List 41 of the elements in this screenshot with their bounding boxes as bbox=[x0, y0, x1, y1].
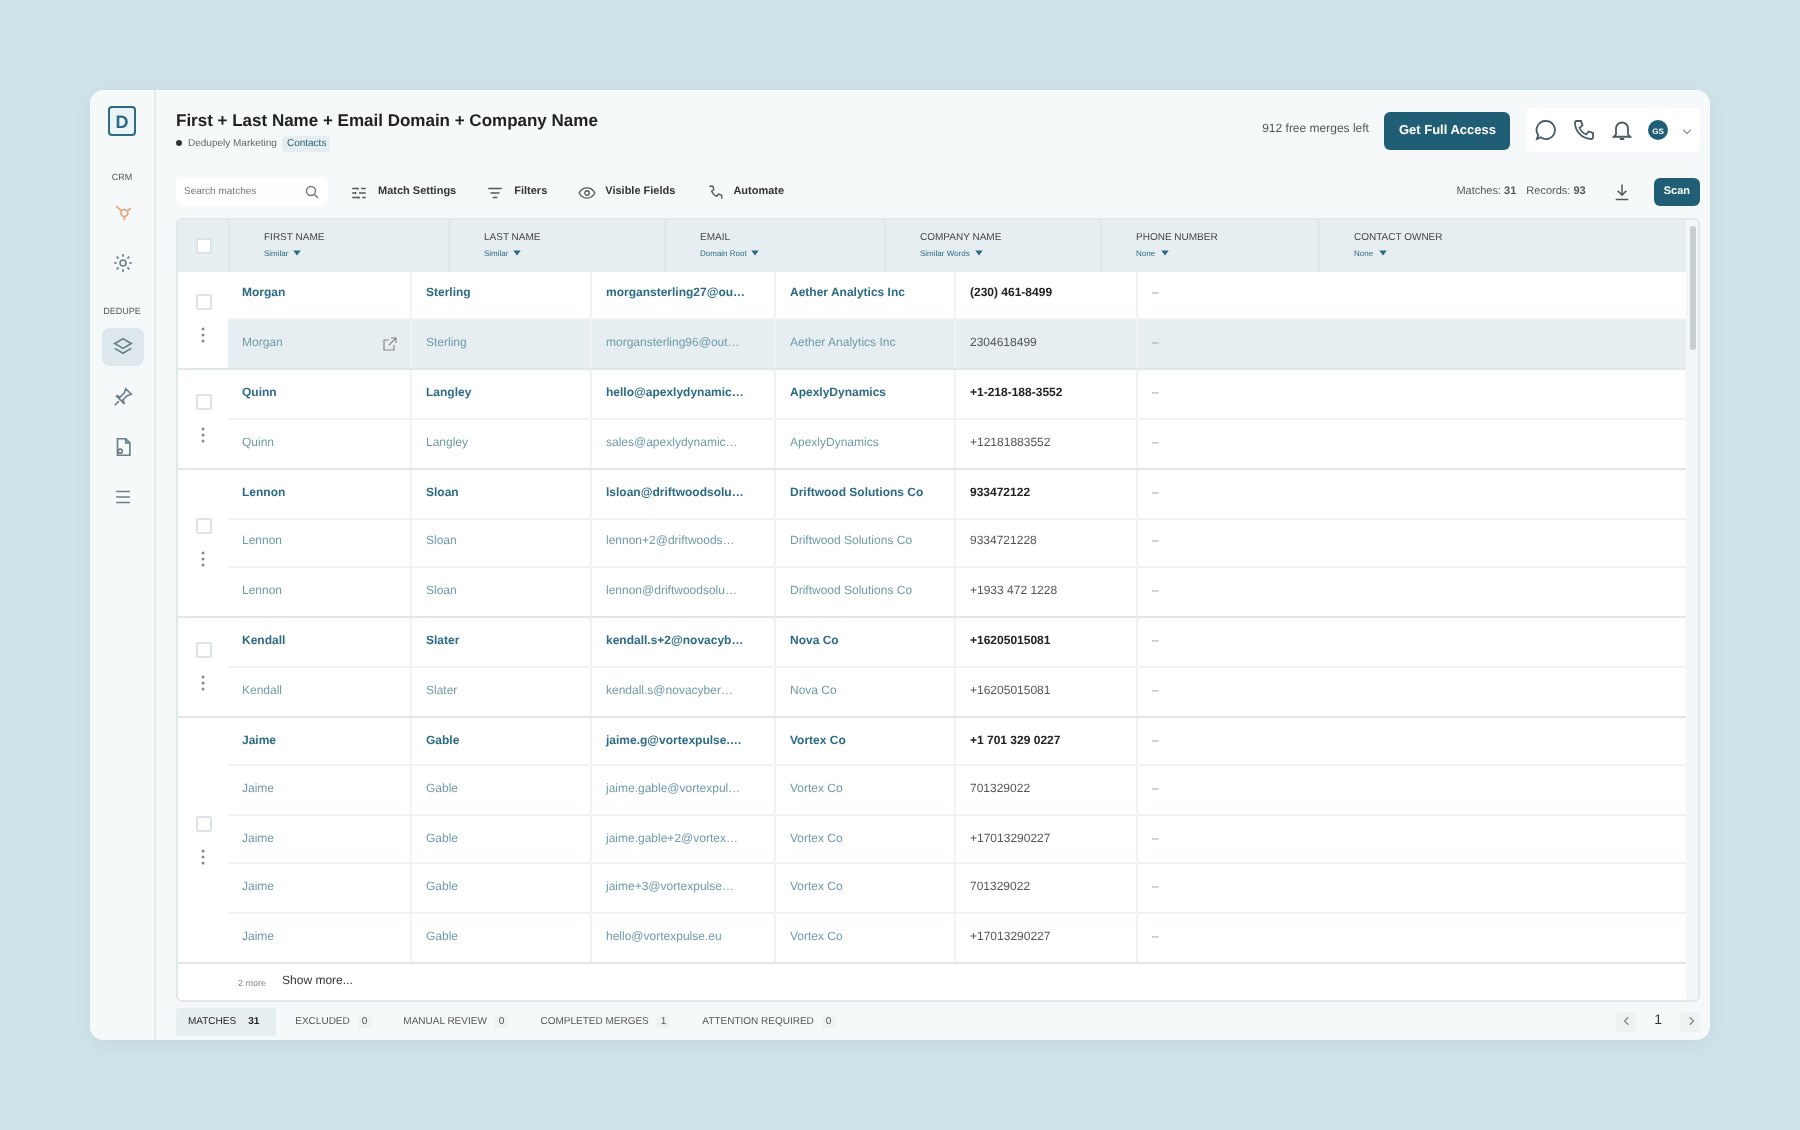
sidebar-layers-button[interactable] bbox=[101, 328, 143, 366]
scrollbar[interactable] bbox=[1686, 220, 1698, 1000]
chat-icon[interactable] bbox=[1534, 118, 1558, 142]
notification-bell-icon[interactable] bbox=[1610, 118, 1634, 142]
more-options-icon[interactable] bbox=[200, 550, 206, 569]
chevron-left-icon[interactable] bbox=[1621, 1016, 1632, 1026]
search-icon[interactable] bbox=[304, 184, 320, 200]
settings-icon[interactable] bbox=[111, 252, 133, 274]
network-icon[interactable] bbox=[111, 202, 133, 224]
previous-page-button[interactable] bbox=[1616, 1011, 1637, 1031]
caret-icon[interactable] bbox=[1682, 125, 1692, 135]
caret-icon[interactable] bbox=[292, 248, 303, 259]
group-checkbox[interactable] bbox=[195, 294, 211, 311]
status-dot bbox=[176, 140, 182, 146]
group-checkbox[interactable] bbox=[195, 394, 211, 411]
logo: D bbox=[108, 106, 136, 136]
caret-icon[interactable] bbox=[512, 248, 523, 259]
next-page-button[interactable] bbox=[1680, 1011, 1700, 1031]
pin-icon[interactable] bbox=[111, 386, 133, 408]
caret-icon[interactable] bbox=[750, 248, 761, 259]
download-icon[interactable] bbox=[1611, 182, 1632, 202]
eye-icon[interactable] bbox=[577, 183, 596, 201]
more-options-icon[interactable] bbox=[200, 426, 206, 445]
select-all-checkbox[interactable] bbox=[195, 237, 211, 254]
external-link-icon[interactable] bbox=[382, 336, 398, 353]
file-icon[interactable] bbox=[111, 436, 133, 458]
filter-icon[interactable] bbox=[486, 183, 505, 201]
layers-icon[interactable] bbox=[111, 336, 133, 358]
group-checkbox[interactable] bbox=[195, 518, 211, 535]
chevron-right-icon[interactable] bbox=[1685, 1016, 1695, 1026]
caret-icon[interactable] bbox=[1377, 248, 1388, 259]
caret-icon[interactable] bbox=[1159, 248, 1170, 259]
match-rule-title: First + Last Name + Email Domain + Company Name bbox=[176, 109, 600, 129]
more-options-icon[interactable] bbox=[200, 674, 206, 693]
group-checkbox[interactable] bbox=[195, 815, 211, 832]
more-options-icon[interactable] bbox=[200, 326, 206, 345]
list-icon[interactable] bbox=[111, 486, 133, 508]
sliders-icon[interactable] bbox=[350, 183, 368, 201]
more-options-icon[interactable] bbox=[200, 847, 206, 866]
group-checkbox[interactable] bbox=[195, 642, 211, 659]
caret-icon[interactable] bbox=[973, 248, 984, 259]
